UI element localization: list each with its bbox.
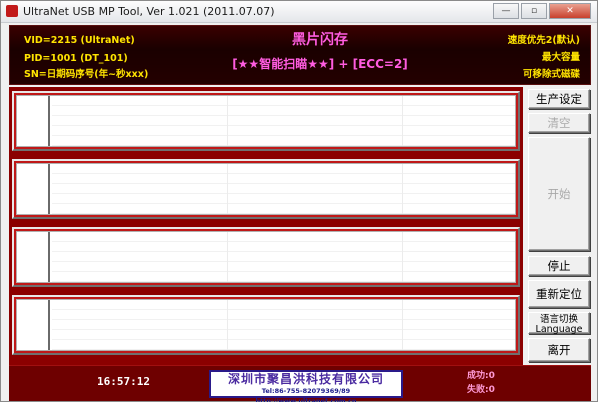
speed-option: 速度优先2(默认) — [507, 35, 580, 46]
port-log-area — [52, 300, 515, 350]
company-contact: Tel:86-755-82079369/89 http://www.ultran… — [255, 387, 357, 402]
window-title: UltraNet USB MP Tool, Ver 1.021 (2011.07… — [23, 5, 275, 18]
language-label-en: Language — [535, 324, 583, 335]
port-panels — [9, 87, 523, 365]
exit-button[interactable]: 离开 — [528, 338, 590, 362]
options-summary: 速度优先2(默认) 最大容量 可移除式磁碟 — [508, 34, 580, 82]
status-footer: 16:57:12 深圳市聚昌洪科技有限公司 Tel:86-755-8207936… — [9, 365, 591, 402]
sn-label: SN=日期码序号(年~秒xxx) — [24, 69, 149, 80]
result-counters: 成功:0 失败:0 — [467, 369, 495, 397]
relocate-button[interactable]: 重新定位 — [528, 280, 590, 308]
minimize-button[interactable]: — — [493, 3, 519, 19]
company-name: 深圳市聚昌洪科技有限公司 — [227, 372, 384, 386]
port-log-area — [52, 232, 515, 282]
port-index-cell — [17, 164, 50, 214]
start-button[interactable]: 开始 — [528, 137, 590, 251]
flash-type-title: 黑片闪存 — [292, 32, 348, 48]
scan-mode-label: [★★智能扫瞄★★] + [ECC=2] — [232, 57, 408, 71]
pid-label: PID=1001 (DT_101) — [24, 53, 128, 64]
port-index-cell — [17, 300, 50, 350]
maximize-button[interactable]: ▫ — [521, 3, 547, 19]
port-panel-3[interactable] — [12, 227, 520, 287]
clear-button[interactable]: 清空 — [528, 113, 590, 133]
production-setup-button[interactable]: 生产设定 — [528, 89, 590, 109]
port-index-cell — [17, 96, 50, 146]
success-count: 成功:0 — [467, 371, 495, 381]
clock-display: 16:57:12 — [97, 375, 150, 388]
removable-option: 可移除式磁碟 — [522, 69, 580, 80]
port-log-area — [52, 96, 515, 146]
port-panel-4[interactable] — [12, 295, 520, 355]
title-bar[interactable]: UltraNet USB MP Tool, Ver 1.021 (2011.07… — [1, 1, 597, 23]
port-panel-1[interactable] — [12, 91, 520, 151]
device-ids: VID=2215 (UltraNet) PID=1001 (DT_101) SN… — [24, 34, 148, 82]
vid-label: VID=2215 (UltraNet) — [24, 35, 135, 46]
fail-count: 失败:0 — [467, 385, 495, 395]
language-switch-button[interactable]: 语言切换 Language — [528, 312, 590, 335]
port-log-area — [52, 164, 515, 214]
mode-banner: 黑片闪存 [★★智能扫瞄★★] + [ECC=2] — [190, 30, 450, 74]
info-header: VID=2215 (UltraNet) PID=1001 (DT_101) SN… — [9, 25, 591, 85]
port-panel-2[interactable] — [12, 159, 520, 219]
window-controls: — ▫ ✕ — [493, 3, 591, 19]
close-button[interactable]: ✕ — [549, 3, 591, 19]
port-index-cell — [17, 232, 50, 282]
stop-button[interactable]: 停止 — [528, 256, 590, 276]
main-window: UltraNet USB MP Tool, Ver 1.021 (2011.07… — [0, 0, 598, 402]
capacity-option: 最大容量 — [541, 52, 580, 63]
app-icon — [6, 5, 18, 17]
company-banner: 深圳市聚昌洪科技有限公司 Tel:86-755-82079369/89 http… — [209, 370, 403, 402]
